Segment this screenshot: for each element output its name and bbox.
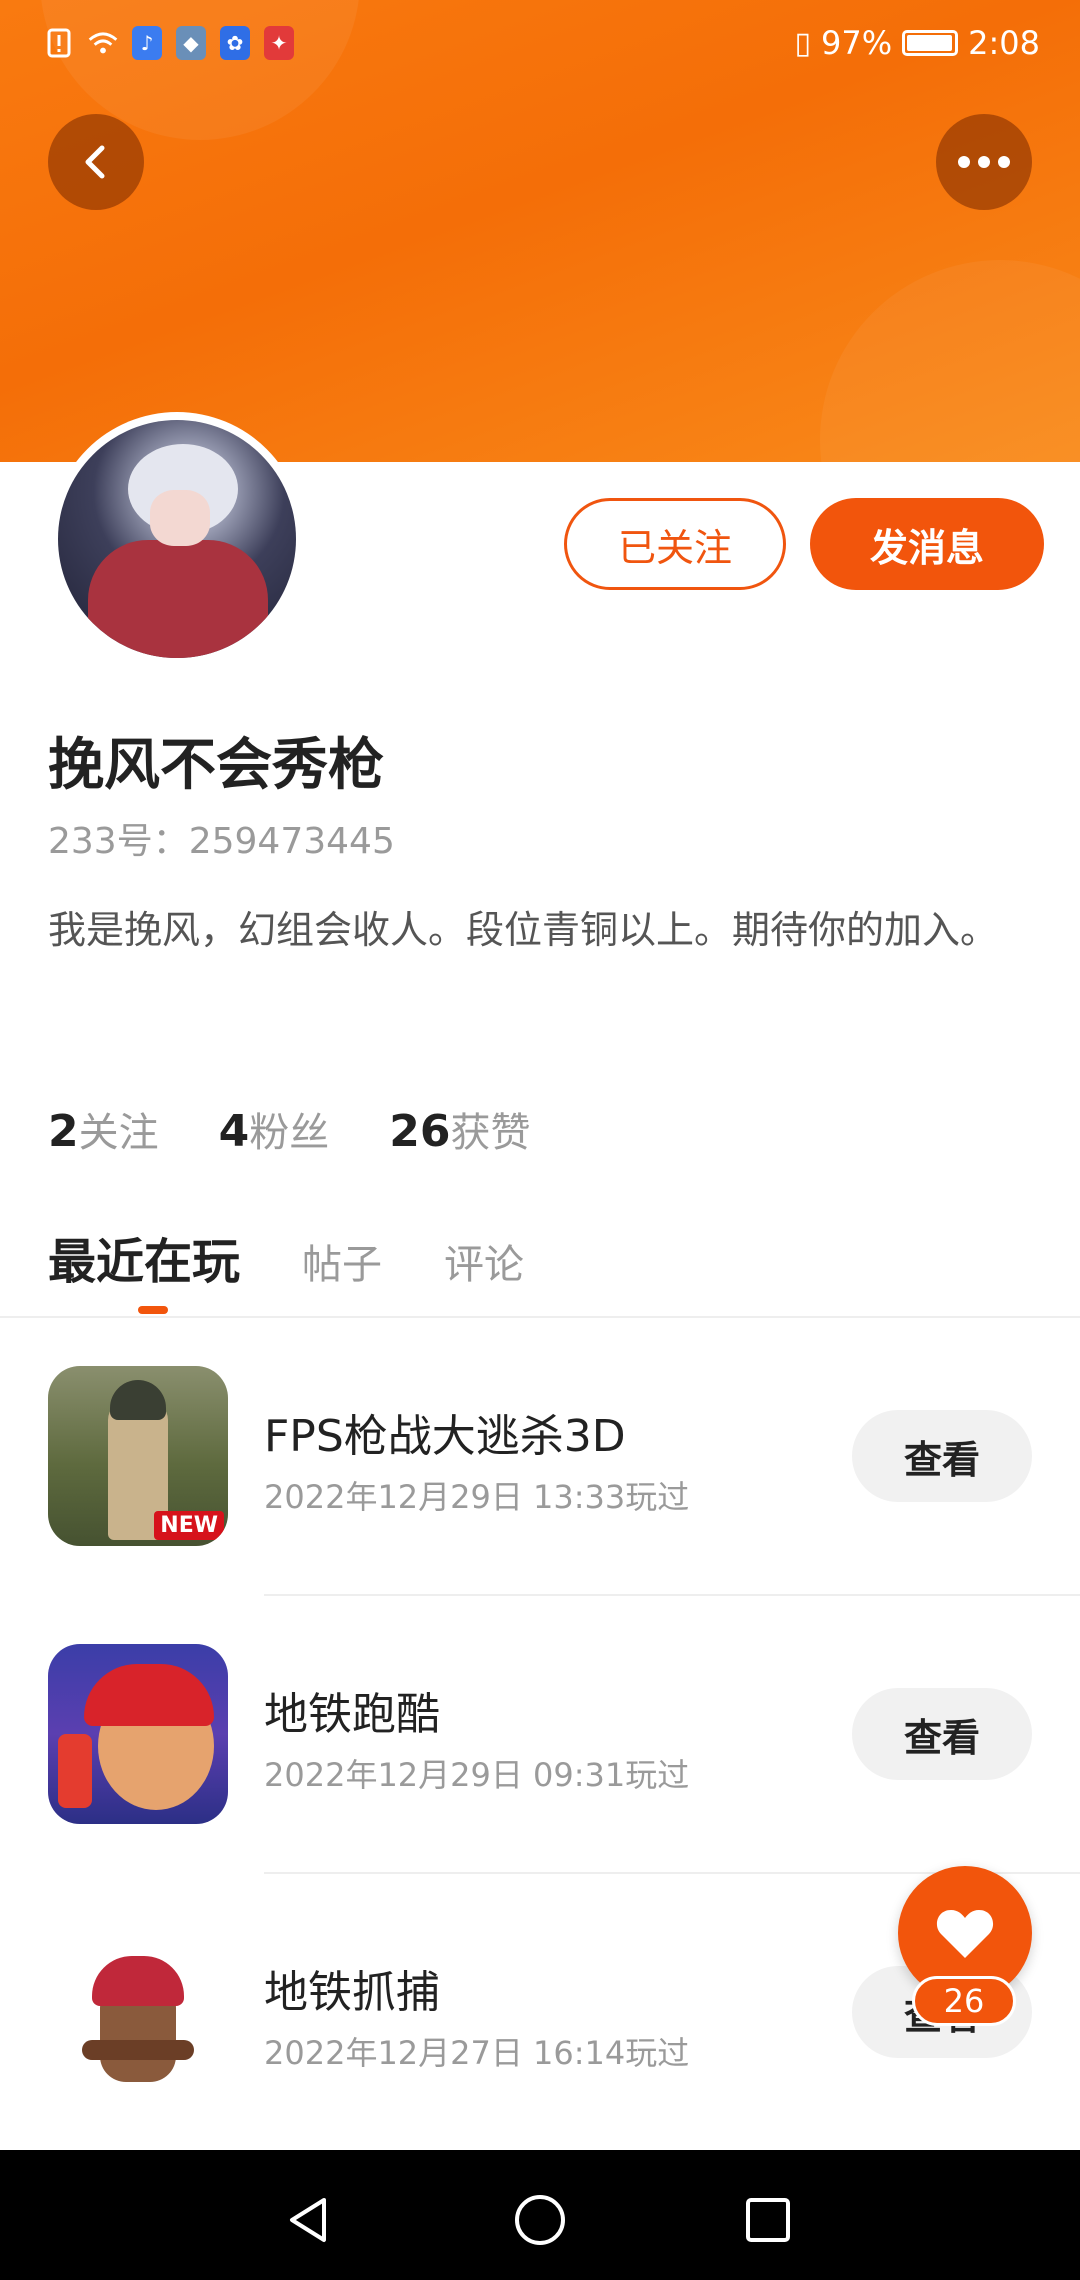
view-button[interactable]: 查看: [852, 1410, 1032, 1502]
new-badge: NEW: [154, 1511, 224, 1540]
user-bio: 我是挽风，幻组会收人。段位青铜以上。期待你的加入。: [48, 908, 999, 952]
tab-recently-played[interactable]: 最近在玩: [48, 1222, 240, 1292]
stat-following[interactable]: 2关注: [48, 1100, 159, 1158]
profile-tabs: 最近在玩 帖子 评论: [48, 1222, 524, 1292]
username: 挽风不会秀枪: [48, 733, 384, 798]
baidu-icon: ✿: [220, 26, 250, 60]
avatar[interactable]: [50, 412, 304, 666]
followed-button[interactable]: 已关注: [564, 498, 786, 590]
view-button[interactable]: 查看: [852, 1688, 1032, 1780]
game-icon: [48, 1644, 228, 1824]
like-count-badge: 26: [912, 1976, 1016, 2026]
game-icon: [48, 1922, 228, 2102]
app-icon: ✦: [264, 26, 294, 60]
divider: [264, 1594, 1080, 1596]
list-item[interactable]: NEW FPS枪战大逃杀3D 2022年12月29日 13:33玩过 查看: [0, 1366, 1080, 1644]
played-time: 2022年12月29日 09:31玩过: [264, 1756, 690, 1794]
chevron-left-icon: [85, 145, 105, 179]
game-title: 地铁跑酷: [264, 1689, 440, 1740]
circle-home-icon: [515, 2195, 565, 2245]
status-bar: ♪ ◆ ✿ ✦ ▯ 97% 2:08: [0, 0, 1080, 92]
more-options-button[interactable]: [936, 114, 1032, 210]
list-item[interactable]: 地铁跑酷 2022年12月29日 09:31玩过 查看: [0, 1644, 1080, 1922]
game-title: 地铁抓捕: [264, 1967, 440, 2018]
tab-comments[interactable]: 评论: [444, 1232, 524, 1290]
tab-indicator: [138, 1306, 168, 1314]
music-app-icon: ♪: [132, 26, 162, 60]
nav-back-button[interactable]: [278, 2190, 338, 2250]
nav-home-button[interactable]: [510, 2190, 570, 2250]
heart-icon: [936, 1910, 994, 1958]
send-message-button[interactable]: 发消息: [810, 498, 1044, 590]
vibrate-icon: ▯: [794, 25, 812, 61]
game-icon: NEW: [48, 1366, 228, 1546]
more-icon: [958, 156, 970, 168]
user-id: 233号：259473445: [48, 821, 395, 862]
back-button[interactable]: [48, 114, 144, 210]
stat-likes: 26获赞: [389, 1106, 531, 1157]
battery-icon: [902, 30, 959, 56]
wifi-icon: [88, 26, 118, 60]
battery-percent: 97%: [821, 24, 893, 62]
square-recents-icon: [746, 2198, 790, 2242]
stat-fans[interactable]: 4粉丝: [219, 1100, 330, 1158]
game-title: FPS枪战大逃杀3D: [264, 1411, 626, 1462]
app-icon: ◆: [176, 26, 206, 60]
tab-posts[interactable]: 帖子: [302, 1232, 382, 1290]
played-time: 2022年12月27日 16:14玩过: [264, 2034, 690, 2072]
nav-recents-button[interactable]: [738, 2190, 798, 2250]
triangle-back-icon: [290, 2198, 326, 2242]
clock: 2:08: [968, 24, 1040, 62]
profile-stats: 2关注 4粉丝 26获赞: [48, 1100, 530, 1158]
system-navigation-bar: [0, 2150, 1080, 2280]
divider: [0, 1316, 1080, 1318]
alert-icon: [44, 26, 74, 60]
played-time: 2022年12月29日 13:33玩过: [264, 1478, 690, 1516]
